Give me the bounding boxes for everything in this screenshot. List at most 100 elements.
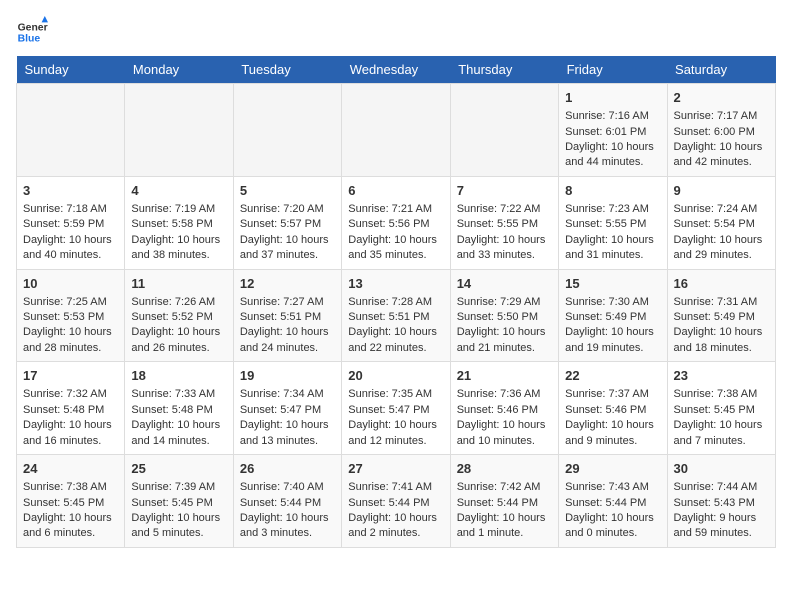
- day-info: Sunset: 5:49 PM: [565, 310, 660, 325]
- day-info: Sunset: 5:44 PM: [240, 496, 335, 511]
- day-info: Daylight: 10 hours and 18 minutes.: [674, 325, 769, 356]
- day-number: 25: [131, 460, 226, 478]
- day-info: Sunset: 5:43 PM: [674, 496, 769, 511]
- day-info: Daylight: 10 hours and 5 minutes.: [131, 511, 226, 542]
- day-number: 23: [674, 367, 769, 385]
- day-info: Daylight: 10 hours and 21 minutes.: [457, 325, 552, 356]
- calendar-cell: 25Sunrise: 7:39 AMSunset: 5:45 PMDayligh…: [125, 455, 233, 548]
- calendar-cell: 30Sunrise: 7:44 AMSunset: 5:43 PMDayligh…: [667, 455, 775, 548]
- day-info: Daylight: 10 hours and 19 minutes.: [565, 325, 660, 356]
- day-info: Sunset: 5:58 PM: [131, 217, 226, 232]
- day-info: Daylight: 10 hours and 24 minutes.: [240, 325, 335, 356]
- calendar-cell: 12Sunrise: 7:27 AMSunset: 5:51 PMDayligh…: [233, 269, 341, 362]
- day-number: 5: [240, 182, 335, 200]
- day-info: Daylight: 10 hours and 10 minutes.: [457, 418, 552, 449]
- day-info: Daylight: 10 hours and 2 minutes.: [348, 511, 443, 542]
- day-info: Sunset: 5:47 PM: [240, 403, 335, 418]
- day-info: Daylight: 10 hours and 28 minutes.: [23, 325, 118, 356]
- logo: General Blue: [16, 16, 48, 48]
- day-number: 8: [565, 182, 660, 200]
- day-number: 7: [457, 182, 552, 200]
- day-info: Sunrise: 7:34 AM: [240, 387, 335, 402]
- calendar-cell: 5Sunrise: 7:20 AMSunset: 5:57 PMDaylight…: [233, 176, 341, 269]
- calendar-cell: [17, 84, 125, 177]
- calendar-cell: 11Sunrise: 7:26 AMSunset: 5:52 PMDayligh…: [125, 269, 233, 362]
- day-info: Sunrise: 7:20 AM: [240, 202, 335, 217]
- day-info: Daylight: 9 hours and 59 minutes.: [674, 511, 769, 542]
- day-number: 3: [23, 182, 118, 200]
- calendar-cell: 15Sunrise: 7:30 AMSunset: 5:49 PMDayligh…: [559, 269, 667, 362]
- day-info: Daylight: 10 hours and 22 minutes.: [348, 325, 443, 356]
- day-info: Sunset: 5:51 PM: [240, 310, 335, 325]
- calendar-cell: 27Sunrise: 7:41 AMSunset: 5:44 PMDayligh…: [342, 455, 450, 548]
- calendar-cell: 9Sunrise: 7:24 AMSunset: 5:54 PMDaylight…: [667, 176, 775, 269]
- day-info: Sunrise: 7:27 AM: [240, 295, 335, 310]
- day-number: 27: [348, 460, 443, 478]
- calendar-cell: 8Sunrise: 7:23 AMSunset: 5:55 PMDaylight…: [559, 176, 667, 269]
- day-info: Sunrise: 7:26 AM: [131, 295, 226, 310]
- day-info: Sunset: 5:46 PM: [565, 403, 660, 418]
- day-info: Sunrise: 7:32 AM: [23, 387, 118, 402]
- day-number: 1: [565, 89, 660, 107]
- day-info: Daylight: 10 hours and 38 minutes.: [131, 233, 226, 264]
- day-info: Daylight: 10 hours and 12 minutes.: [348, 418, 443, 449]
- day-info: Sunset: 5:53 PM: [23, 310, 118, 325]
- day-info: Sunset: 5:55 PM: [457, 217, 552, 232]
- day-info: Sunrise: 7:29 AM: [457, 295, 552, 310]
- day-info: Sunset: 5:52 PM: [131, 310, 226, 325]
- col-header-tuesday: Tuesday: [233, 56, 341, 84]
- day-info: Sunrise: 7:25 AM: [23, 295, 118, 310]
- calendar-cell: [233, 84, 341, 177]
- calendar-cell: 20Sunrise: 7:35 AMSunset: 5:47 PMDayligh…: [342, 362, 450, 455]
- day-info: Sunset: 5:46 PM: [457, 403, 552, 418]
- day-number: 15: [565, 275, 660, 293]
- day-info: Sunset: 5:57 PM: [240, 217, 335, 232]
- day-info: Sunset: 5:59 PM: [23, 217, 118, 232]
- col-header-saturday: Saturday: [667, 56, 775, 84]
- calendar-cell: [125, 84, 233, 177]
- day-number: 29: [565, 460, 660, 478]
- col-header-thursday: Thursday: [450, 56, 558, 84]
- day-info: Daylight: 10 hours and 13 minutes.: [240, 418, 335, 449]
- day-number: 24: [23, 460, 118, 478]
- calendar-week-5: 24Sunrise: 7:38 AMSunset: 5:45 PMDayligh…: [17, 455, 776, 548]
- day-info: Sunrise: 7:28 AM: [348, 295, 443, 310]
- day-info: Daylight: 10 hours and 9 minutes.: [565, 418, 660, 449]
- day-info: Sunset: 6:01 PM: [565, 125, 660, 140]
- day-info: Sunrise: 7:38 AM: [674, 387, 769, 402]
- day-info: Sunrise: 7:36 AM: [457, 387, 552, 402]
- calendar-cell: 16Sunrise: 7:31 AMSunset: 5:49 PMDayligh…: [667, 269, 775, 362]
- calendar-week-2: 3Sunrise: 7:18 AMSunset: 5:59 PMDaylight…: [17, 176, 776, 269]
- calendar-table: SundayMondayTuesdayWednesdayThursdayFrid…: [16, 56, 776, 548]
- day-info: Sunrise: 7:23 AM: [565, 202, 660, 217]
- day-number: 19: [240, 367, 335, 385]
- calendar-cell: 2Sunrise: 7:17 AMSunset: 6:00 PMDaylight…: [667, 84, 775, 177]
- day-info: Sunset: 5:44 PM: [565, 496, 660, 511]
- calendar-cell: 23Sunrise: 7:38 AMSunset: 5:45 PMDayligh…: [667, 362, 775, 455]
- day-info: Sunset: 5:55 PM: [565, 217, 660, 232]
- day-info: Sunrise: 7:31 AM: [674, 295, 769, 310]
- calendar-cell: [342, 84, 450, 177]
- calendar-week-4: 17Sunrise: 7:32 AMSunset: 5:48 PMDayligh…: [17, 362, 776, 455]
- day-info: Sunrise: 7:33 AM: [131, 387, 226, 402]
- day-info: Daylight: 10 hours and 14 minutes.: [131, 418, 226, 449]
- day-info: Sunset: 5:56 PM: [348, 217, 443, 232]
- day-info: Daylight: 10 hours and 7 minutes.: [674, 418, 769, 449]
- day-number: 6: [348, 182, 443, 200]
- day-info: Sunrise: 7:35 AM: [348, 387, 443, 402]
- day-info: Sunrise: 7:40 AM: [240, 480, 335, 495]
- day-number: 16: [674, 275, 769, 293]
- day-info: Sunrise: 7:37 AM: [565, 387, 660, 402]
- calendar-cell: 14Sunrise: 7:29 AMSunset: 5:50 PMDayligh…: [450, 269, 558, 362]
- calendar-week-1: 1Sunrise: 7:16 AMSunset: 6:01 PMDaylight…: [17, 84, 776, 177]
- day-info: Daylight: 10 hours and 40 minutes.: [23, 233, 118, 264]
- day-number: 21: [457, 367, 552, 385]
- calendar-cell: 22Sunrise: 7:37 AMSunset: 5:46 PMDayligh…: [559, 362, 667, 455]
- day-info: Daylight: 10 hours and 3 minutes.: [240, 511, 335, 542]
- day-info: Daylight: 10 hours and 44 minutes.: [565, 140, 660, 171]
- calendar-cell: 29Sunrise: 7:43 AMSunset: 5:44 PMDayligh…: [559, 455, 667, 548]
- day-number: 28: [457, 460, 552, 478]
- calendar-cell: 19 Sunrise: 7:34 AMSunset: 5:47 PMDayligh…: [233, 362, 341, 455]
- day-info: Sunrise: 7:38 AM: [23, 480, 118, 495]
- day-info: Sunrise: 7:22 AM: [457, 202, 552, 217]
